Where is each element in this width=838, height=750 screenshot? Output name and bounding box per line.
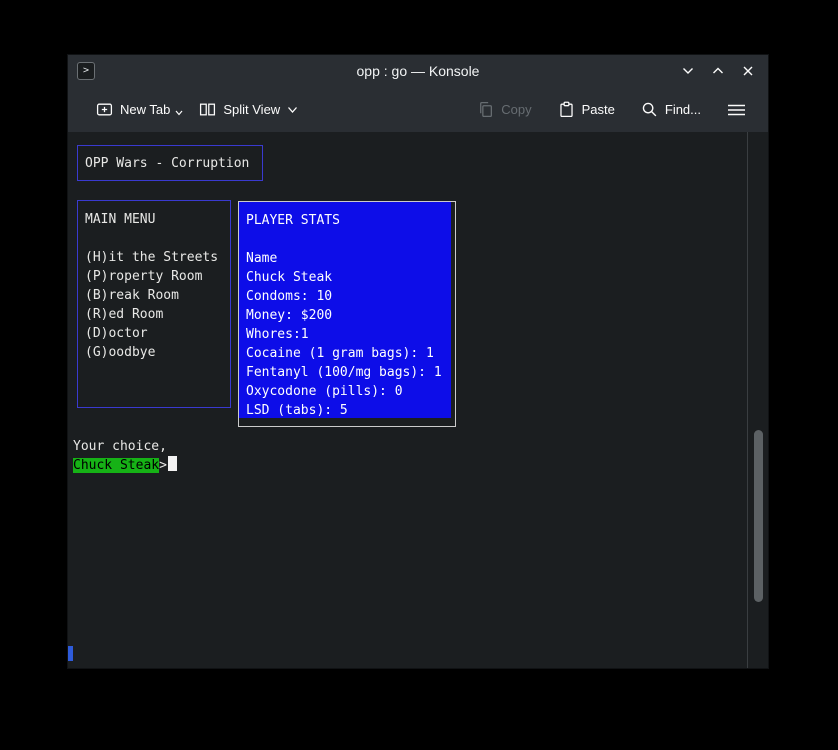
maximize-button[interactable] bbox=[710, 63, 726, 79]
scrollbar[interactable] bbox=[747, 132, 768, 668]
player-name-highlight: Chuck Steak bbox=[73, 458, 159, 473]
prompt-input-line: Chuck Steak> bbox=[73, 456, 177, 475]
chevron-down-icon bbox=[682, 65, 694, 77]
menu-item: (P)roperty Room bbox=[85, 267, 230, 286]
close-button[interactable] bbox=[740, 63, 756, 79]
chevron-down-icon bbox=[287, 106, 298, 114]
toolbar-right-group: Copy Paste Find... bbox=[469, 95, 754, 124]
paste-icon bbox=[558, 101, 575, 118]
desktop: > opp : go — Konsole N bbox=[0, 0, 838, 750]
toolbar: New Tab Split View Copy bbox=[68, 87, 768, 132]
close-icon bbox=[742, 65, 754, 77]
menu-button[interactable] bbox=[719, 96, 754, 124]
new-tab-label: New Tab bbox=[120, 102, 170, 117]
menu-item: (B)reak Room bbox=[85, 286, 230, 305]
terminal-area[interactable]: OPP Wars - Corruption MAIN MENU (H)it th… bbox=[68, 132, 768, 668]
prompt-line: Your choice, bbox=[73, 437, 177, 456]
stats-line: Fentanyl (100/mg bags): 1 bbox=[246, 363, 451, 382]
player-stats-box: PLAYER STATS Name Chuck Steak Condoms: 1… bbox=[238, 201, 456, 427]
new-output-marker bbox=[68, 646, 73, 661]
scrollbar-thumb[interactable] bbox=[754, 430, 763, 602]
menu-item: (R)ed Room bbox=[85, 305, 230, 324]
copy-button[interactable]: Copy bbox=[469, 95, 539, 124]
find-label: Find... bbox=[665, 102, 701, 117]
stats-line: Name bbox=[246, 249, 451, 268]
split-view-label: Split View bbox=[223, 102, 280, 117]
stats-line: Condoms: 10 bbox=[246, 287, 451, 306]
hamburger-menu-icon bbox=[727, 102, 746, 118]
blank-line bbox=[246, 230, 451, 249]
titlebar[interactable]: > opp : go — Konsole bbox=[68, 55, 768, 87]
stats-line: Oxycodone (pills): 0 bbox=[246, 382, 451, 401]
paste-label: Paste bbox=[582, 102, 615, 117]
split-view-button[interactable]: Split View bbox=[191, 95, 306, 124]
menu-item: (H)it the Streets bbox=[85, 248, 230, 267]
game-title: OPP Wars - Corruption bbox=[85, 154, 249, 173]
stats-line: Cocaine (1 gram bags): 1 bbox=[246, 344, 451, 363]
split-view-icon bbox=[199, 101, 216, 118]
menu-item: (D)octor bbox=[85, 324, 230, 343]
paste-button[interactable]: Paste bbox=[550, 95, 623, 124]
main-menu-title: MAIN MENU bbox=[85, 210, 230, 229]
chevron-up-icon bbox=[712, 65, 724, 77]
konsole-window: > opp : go — Konsole N bbox=[68, 55, 768, 668]
player-stats-title: PLAYER STATS bbox=[246, 211, 451, 230]
new-tab-button[interactable]: New Tab bbox=[88, 95, 191, 124]
player-stats-fill: PLAYER STATS Name Chuck Steak Condoms: 1… bbox=[239, 202, 451, 418]
stats-line: Chuck Steak bbox=[246, 268, 451, 287]
terminal-cursor bbox=[168, 456, 177, 471]
stats-line: Whores:1 bbox=[246, 325, 451, 344]
copy-label: Copy bbox=[501, 102, 531, 117]
find-button[interactable]: Find... bbox=[633, 95, 709, 124]
window-title: opp : go — Konsole bbox=[68, 63, 768, 79]
prompt-symbol: > bbox=[159, 458, 167, 473]
game-title-box: OPP Wars - Corruption bbox=[77, 145, 263, 181]
minimize-button[interactable] bbox=[680, 63, 696, 79]
window-controls bbox=[680, 55, 756, 87]
copy-icon bbox=[477, 101, 494, 118]
search-icon bbox=[641, 101, 658, 118]
prompt: Your choice, Chuck Steak> bbox=[73, 437, 177, 475]
main-menu-box: MAIN MENU (H)it the Streets (P)roperty R… bbox=[77, 200, 231, 408]
stats-line: LSD (tabs): 5 bbox=[246, 401, 451, 420]
stats-line: Money: $200 bbox=[246, 306, 451, 325]
chevron-down-icon bbox=[175, 110, 183, 116]
new-tab-icon bbox=[96, 101, 113, 118]
blank-line bbox=[85, 229, 230, 248]
menu-item: (G)oodbye bbox=[85, 343, 230, 362]
